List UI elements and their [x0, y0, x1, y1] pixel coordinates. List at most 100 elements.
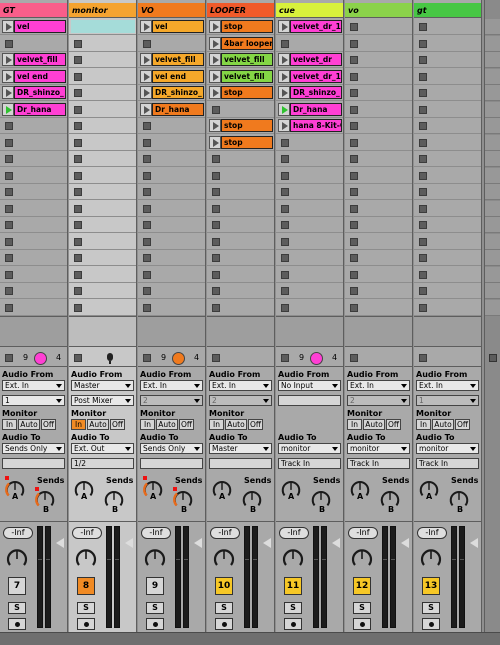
- track-stop-icon[interactable]: [212, 354, 220, 362]
- clip-slot[interactable]: [207, 267, 274, 283]
- clip-slot[interactable]: [414, 184, 481, 200]
- scene-slot[interactable]: [485, 52, 500, 68]
- clip-slot[interactable]: [138, 184, 205, 200]
- clip-slot[interactable]: [0, 118, 67, 134]
- clip-slot[interactable]: velvet_dr_1: [276, 69, 343, 85]
- scene-slot[interactable]: [485, 118, 500, 134]
- volume-readout[interactable]: -Inf: [348, 527, 378, 539]
- pan-knob[interactable]: [5, 546, 29, 570]
- monitor-auto-button[interactable]: Auto: [363, 419, 385, 430]
- clip-slot[interactable]: [276, 36, 343, 52]
- clip-stop-icon[interactable]: [419, 254, 427, 262]
- clip-stop-icon[interactable]: [212, 287, 220, 295]
- clip-name[interactable]: 4bar looper: [221, 36, 273, 50]
- clip-slot[interactable]: [345, 250, 412, 266]
- track-activator-button[interactable]: 13: [422, 577, 440, 595]
- clip-stop-icon[interactable]: [350, 237, 358, 246]
- clip-stop-icon[interactable]: [74, 303, 82, 312]
- track-activator-button[interactable]: 7: [8, 577, 26, 595]
- clip-slot[interactable]: [0, 36, 67, 52]
- solo-button[interactable]: S: [146, 602, 164, 614]
- clip-slot[interactable]: [69, 168, 136, 184]
- scene-slot[interactable]: [485, 19, 500, 35]
- clip-name[interactable]: DR_shinzo_: [152, 86, 204, 99]
- scene-slot[interactable]: [485, 184, 500, 200]
- volume-fader-icon[interactable]: [194, 537, 205, 549]
- clip-slot[interactable]: [69, 52, 136, 68]
- clip-stop-icon[interactable]: [281, 221, 289, 229]
- clip-stop-icon[interactable]: [143, 204, 151, 213]
- arm-record-button[interactable]: [215, 618, 233, 630]
- audio-to-select[interactable]: monitor: [278, 443, 341, 454]
- scene-slot[interactable]: [485, 35, 500, 52]
- clip-stop-icon[interactable]: [5, 303, 13, 312]
- clip-stop-icon[interactable]: [143, 138, 151, 147]
- clip-slot[interactable]: [414, 283, 481, 299]
- clip-name[interactable]: DR_shinzo_: [14, 86, 66, 99]
- volume-fader-icon[interactable]: [125, 537, 136, 549]
- arm-record-button[interactable]: [146, 618, 164, 630]
- clip-slot[interactable]: [69, 267, 136, 283]
- track-activator-button[interactable]: 12: [353, 577, 371, 595]
- track-activator-button[interactable]: 8: [77, 577, 95, 595]
- clip-name[interactable]: vel end: [152, 69, 204, 83]
- clip-slot[interactable]: [138, 135, 205, 151]
- clip-stop-icon[interactable]: [143, 122, 151, 130]
- pan-knob[interactable]: [419, 546, 443, 570]
- clip-slot[interactable]: [345, 234, 412, 250]
- clip-slot[interactable]: [207, 168, 274, 184]
- clip-slot[interactable]: stop: [207, 118, 274, 134]
- clip-stop-icon[interactable]: [350, 39, 358, 48]
- clip-slot[interactable]: velvet_dr: [276, 52, 343, 68]
- clip-name[interactable]: velvet_dr: [290, 53, 342, 66]
- clip-stop-icon[interactable]: [350, 56, 358, 64]
- clip-slot[interactable]: [207, 234, 274, 250]
- clip-slot[interactable]: [69, 151, 136, 167]
- track-stop-icon[interactable]: [143, 354, 151, 362]
- track-header[interactable]: VO: [138, 3, 205, 18]
- monitor-off-button[interactable]: Off: [248, 419, 263, 430]
- clip-stop-icon[interactable]: [281, 138, 289, 147]
- clip-slot[interactable]: [207, 300, 274, 316]
- clip-stop-icon[interactable]: [281, 39, 289, 48]
- monitor-in-button[interactable]: In: [2, 419, 17, 430]
- clip-stop-icon[interactable]: [74, 105, 82, 114]
- clip-slot[interactable]: [138, 300, 205, 316]
- clip-stop-icon[interactable]: [74, 188, 82, 196]
- clip-name[interactable]: Dr_hana: [290, 102, 342, 116]
- clip-slot[interactable]: [414, 234, 481, 250]
- volume-readout[interactable]: -Inf: [72, 527, 102, 539]
- clip-slot[interactable]: stop: [207, 135, 274, 151]
- audio-from-select[interactable]: Ext. In: [2, 380, 65, 391]
- output-channel-field[interactable]: Track In: [347, 458, 410, 469]
- monitor-in-button[interactable]: In: [347, 419, 362, 430]
- clip-slot[interactable]: [69, 201, 136, 217]
- clip-stop-icon[interactable]: [419, 171, 427, 180]
- clip-play-icon[interactable]: [2, 102, 14, 116]
- clip-slot[interactable]: [69, 300, 136, 316]
- clip-stop-icon[interactable]: [350, 270, 358, 279]
- clip-slot[interactable]: [345, 69, 412, 85]
- clip-play-icon[interactable]: [209, 36, 221, 50]
- track-header[interactable]: GT: [0, 3, 67, 18]
- clip-stop-icon[interactable]: [350, 221, 358, 229]
- clip-stop-icon[interactable]: [419, 221, 427, 229]
- clip-play-icon[interactable]: [278, 69, 290, 83]
- clip-stop-icon[interactable]: [419, 72, 427, 81]
- audio-from-select[interactable]: Ext. In: [209, 380, 272, 391]
- clip-stop-icon[interactable]: [212, 155, 220, 163]
- clip-stop-icon[interactable]: [5, 237, 13, 246]
- solo-button[interactable]: S: [77, 602, 95, 614]
- clip-stop-icon[interactable]: [74, 270, 82, 279]
- input-channel-select[interactable]: 2: [347, 395, 410, 406]
- clip-stop-icon[interactable]: [74, 155, 82, 163]
- monitor-off-button[interactable]: Off: [179, 419, 194, 430]
- clip-stop-icon[interactable]: [5, 171, 13, 180]
- clip-stop-icon[interactable]: [419, 270, 427, 279]
- audio-to-select[interactable]: Ext. Out: [71, 443, 134, 454]
- clip-name[interactable]: velvet_fill: [152, 53, 204, 66]
- knob-icon[interactable]: [74, 546, 98, 570]
- clip-slot[interactable]: vel: [138, 19, 205, 35]
- clip-stop-icon[interactable]: [212, 270, 220, 279]
- clip-slot[interactable]: [345, 300, 412, 316]
